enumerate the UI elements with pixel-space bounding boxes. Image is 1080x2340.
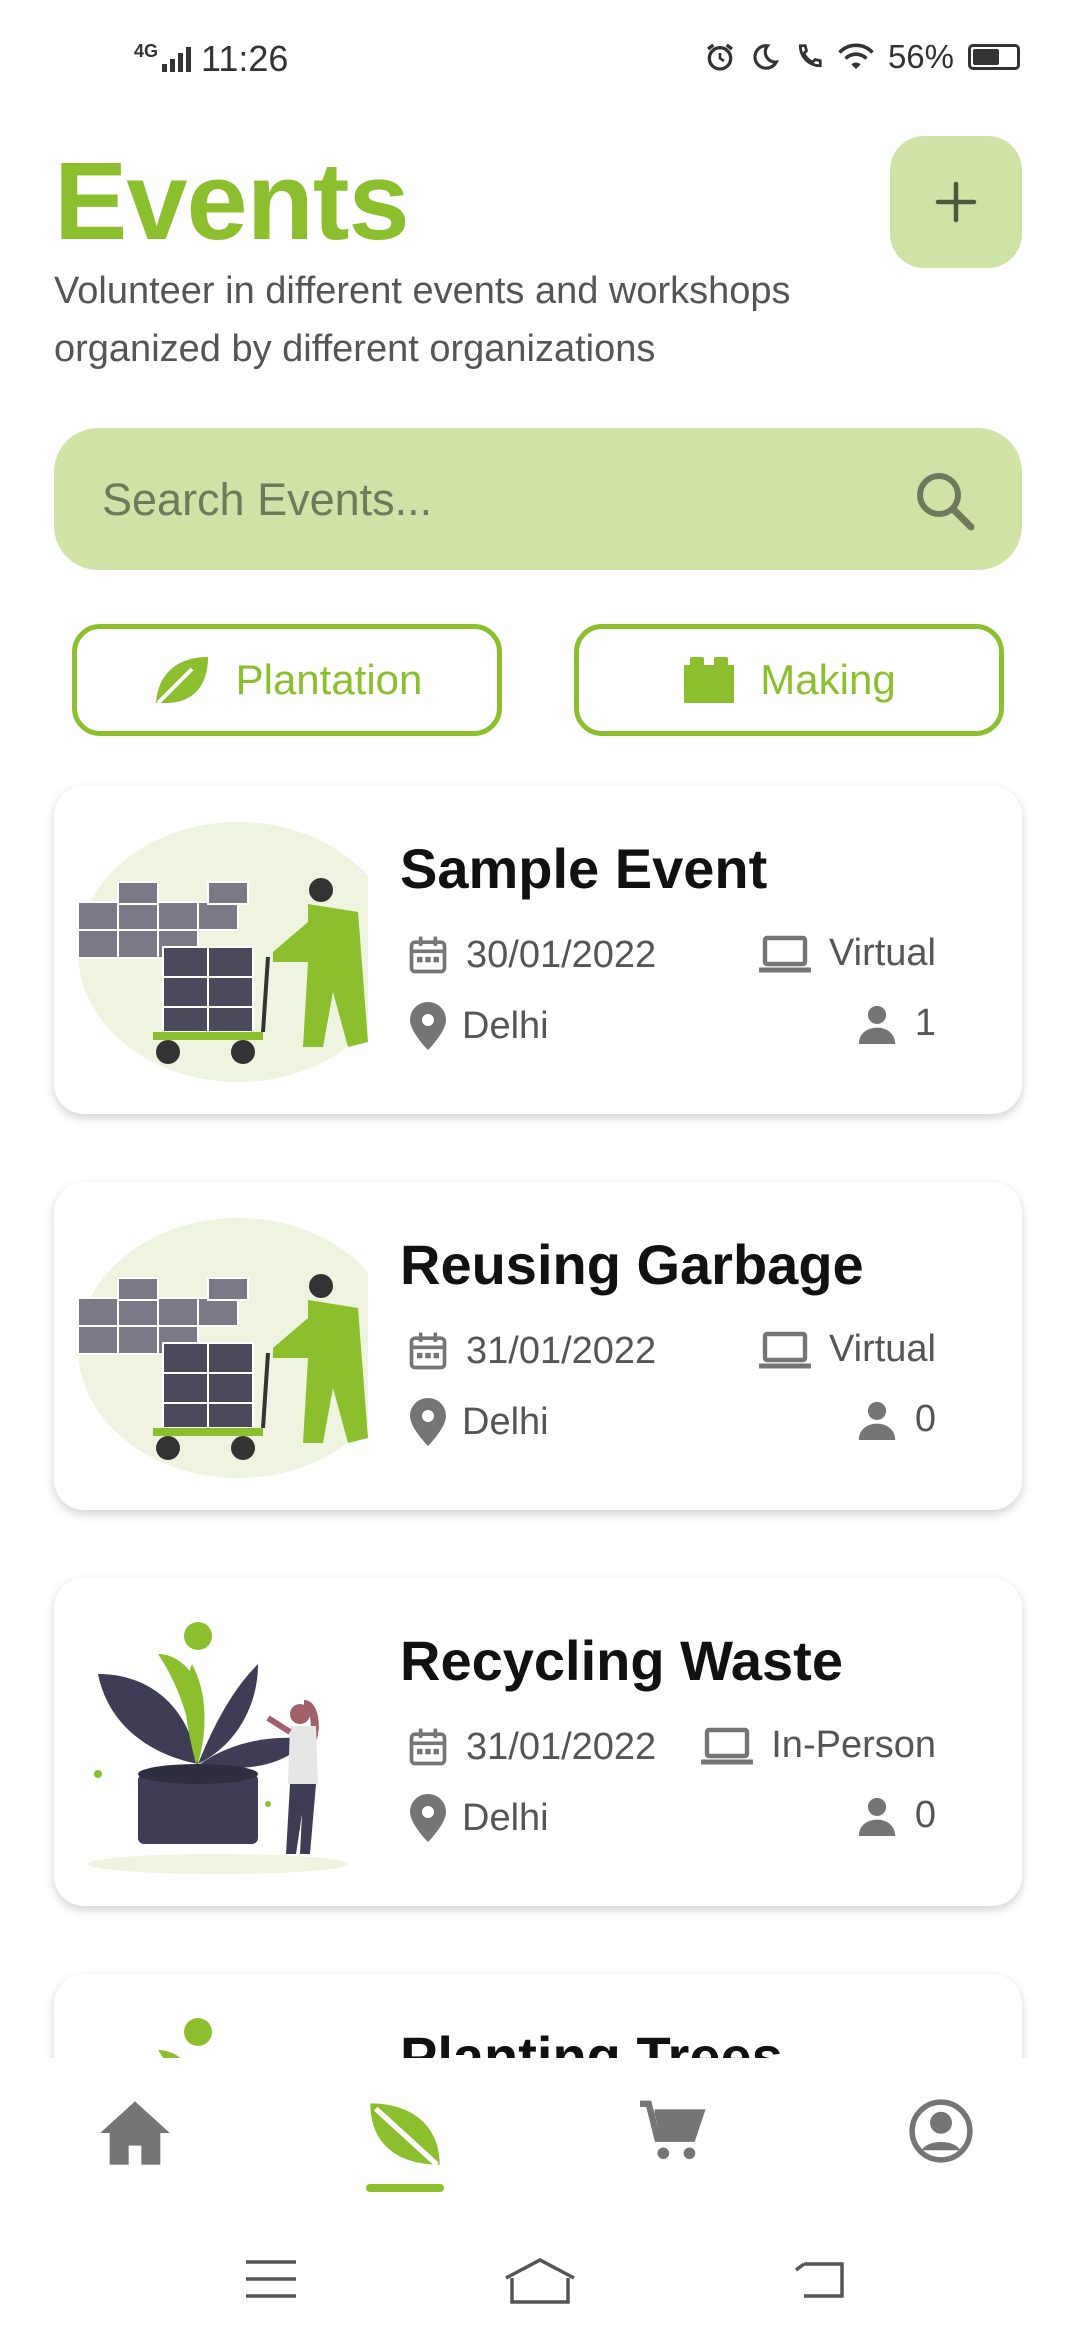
laptop-icon — [758, 1331, 811, 1368]
event-illustration — [77, 822, 368, 1082]
event-date: 30/01/2022 — [406, 932, 656, 978]
battery-icon — [968, 44, 1020, 70]
bottom-nav — [0, 2058, 1080, 2220]
plus-icon — [935, 181, 977, 223]
status-bar: 4G 11:26 56% — [0, 0, 1080, 120]
event-date-text: 31/01/2022 — [466, 1329, 657, 1372]
person-icon — [858, 1005, 896, 1044]
calendar-icon — [409, 936, 447, 974]
leaf-icon — [155, 657, 208, 705]
search-bar[interactable] — [54, 428, 1022, 572]
event-location: Delhi — [410, 1398, 549, 1446]
search-input[interactable] — [100, 428, 904, 572]
filter-plantation-button[interactable]: Plantation — [72, 624, 502, 736]
network-type: 4G — [134, 40, 159, 61]
event-title: Reusing Garbage — [400, 1233, 864, 1296]
event-date-text: 30/01/2022 — [466, 933, 657, 976]
event-card[interactable]: Reusing Garbage 31/01/2022 Virtual Delhi… — [54, 1182, 1022, 1510]
filter-making-label: Making — [760, 656, 896, 703]
location-pin-icon — [410, 1398, 446, 1446]
event-date-text: 31/01/2022 — [466, 1725, 657, 1768]
event-participants-count: 1 — [914, 1002, 936, 1044]
wifi-call-icon — [798, 44, 822, 68]
event-date: 31/01/2022 — [406, 1328, 656, 1374]
search-icon[interactable] — [912, 468, 978, 534]
calendar-icon — [409, 1332, 447, 1370]
profile-icon — [909, 2099, 973, 2163]
laptop-icon — [758, 935, 811, 972]
page-subtitle: Volunteer in different events and worksh… — [54, 270, 791, 370]
location-pin-icon — [410, 1002, 446, 1050]
event-illustration — [88, 1622, 348, 1874]
event-title: Sample Event — [400, 837, 768, 900]
active-tab-indicator — [366, 2184, 444, 2192]
event-location-text: Delhi — [462, 1796, 549, 1839]
event-location-text: Delhi — [462, 1004, 549, 1047]
status-right: 56% — [704, 38, 1020, 76]
event-title: Recycling Waste — [400, 1629, 843, 1692]
event-participants-count: 0 — [914, 1794, 936, 1836]
event-date: 31/01/2022 — [406, 1724, 656, 1770]
event-location: Delhi — [410, 1794, 549, 1842]
event-participants: 0 — [855, 1794, 936, 1837]
event-mode: In-Person — [699, 1724, 936, 1767]
filter-plantation-label: Plantation — [235, 656, 423, 703]
event-participants: 1 — [855, 1002, 936, 1045]
nav-shop[interactable] — [622, 2098, 722, 2188]
home-icon — [100, 2101, 170, 2165]
event-mode: Virtual — [757, 1328, 936, 1371]
event-participants: 0 — [855, 1398, 936, 1441]
calendar-icon — [409, 1728, 447, 1766]
person-icon — [858, 1401, 896, 1440]
event-location-text: Delhi — [462, 1400, 549, 1443]
system-nav-bar — [0, 2220, 1080, 2340]
blocks-icon — [684, 657, 735, 703]
status-time: 11:26 — [201, 38, 289, 79]
page-title: Events — [54, 140, 410, 263]
location-pin-icon — [410, 1794, 446, 1842]
leaf-icon — [370, 2103, 440, 2167]
event-location: Delhi — [410, 1002, 549, 1050]
filter-making-button[interactable]: Making — [574, 624, 1004, 736]
signal-icon — [162, 46, 192, 72]
battery-percent: 56% — [887, 38, 954, 75]
add-event-button[interactable] — [890, 136, 1022, 268]
status-left: 4G 11:26 — [134, 38, 288, 80]
event-mode-text: In-Person — [771, 1724, 936, 1766]
cart-icon — [640, 2100, 706, 2160]
home-button-icon[interactable] — [500, 2256, 580, 2306]
nav-events[interactable] — [355, 2098, 455, 2188]
nav-profile[interactable] — [891, 2098, 991, 2188]
person-icon — [858, 1797, 896, 1836]
alarm-icon — [706, 43, 733, 71]
back-icon[interactable] — [790, 2256, 850, 2302]
nav-home[interactable] — [85, 2098, 185, 2188]
menu-icon[interactable] — [244, 2256, 298, 2302]
event-card[interactable]: Sample Event 30/01/2022 Virtual Delhi 1 — [54, 786, 1022, 1114]
event-illustration — [77, 1218, 368, 1478]
laptop-icon — [701, 1727, 754, 1764]
moon-icon — [753, 44, 779, 70]
event-participants-count: 0 — [914, 1398, 936, 1440]
event-mode-text: Virtual — [828, 932, 936, 974]
event-card[interactable]: Recycling Waste 31/01/2022 In-Person Del… — [54, 1578, 1022, 1906]
event-mode-text: Virtual — [828, 1328, 936, 1370]
wifi-icon — [838, 43, 874, 69]
event-mode: Virtual — [757, 932, 936, 975]
